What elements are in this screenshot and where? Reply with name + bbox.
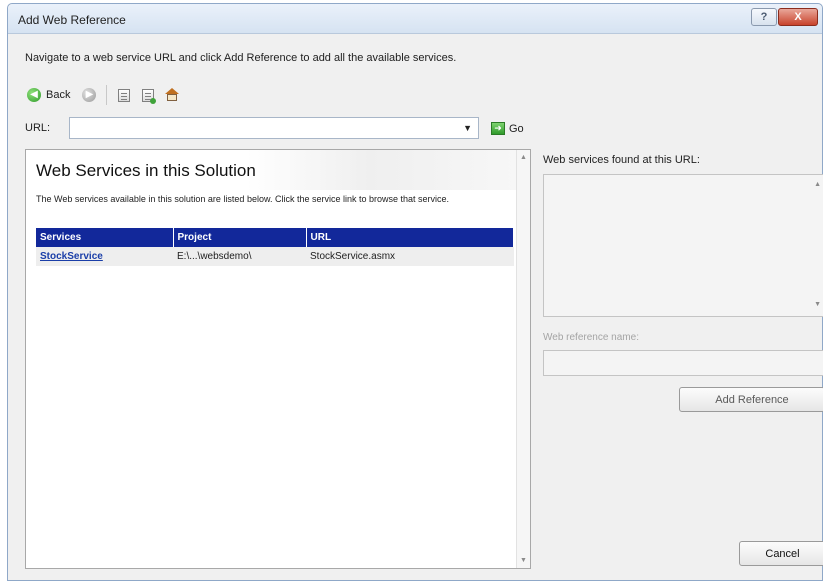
scroll-up-icon[interactable]: ▲ [814,181,821,188]
close-button[interactable]: X [778,8,818,26]
reference-name-field[interactable] [543,350,823,376]
found-services-list[interactable]: ▲ ▼ [543,174,823,317]
cancel-button[interactable]: Cancel [739,541,823,566]
service-link[interactable]: StockService [40,251,103,262]
table-header-row: Services Project URL [36,228,514,247]
add-web-reference-dialog: Add Web Reference ? X Navigate to a web … [7,3,823,581]
browser-description: The Web services available in this solut… [36,194,450,204]
column-header-project: Project [173,228,307,247]
scroll-up-icon[interactable]: ▲ [520,154,527,161]
scroll-down-icon[interactable]: ▼ [814,301,821,308]
service-cell: StockService [36,247,173,266]
stop-button[interactable] [115,86,133,104]
refresh-page-icon [142,88,157,104]
go-arrow-icon: ➜ [491,122,505,135]
url-cell: StockService.asmx [306,247,514,266]
toolbar-separator [106,85,108,105]
browser-scrollbar[interactable]: ▲ ▼ [516,150,530,568]
forward-button[interactable]: ▶ [80,86,98,104]
instruction-text: Navigate to a web service URL and click … [25,52,457,64]
table-row: StockService E:\...\websdemo\ StockServi… [36,247,514,266]
refresh-button[interactable] [139,86,157,104]
stop-page-icon [118,88,131,102]
title-bar[interactable]: Add Web Reference ? X [8,4,822,34]
back-button[interactable]: ◀ [25,86,43,104]
dialog-title: Add Web Reference [18,13,126,27]
services-table: Services Project URL StockService E:\...… [36,228,514,266]
back-label[interactable]: Back [46,89,70,101]
go-button[interactable]: ➜ Go [491,122,524,135]
add-reference-button[interactable]: Add Reference [679,387,823,412]
column-header-services: Services [36,228,174,247]
back-arrow-icon: ◀ [27,88,41,102]
help-button[interactable]: ? [751,8,777,26]
project-cell: E:\...\websdemo\ [173,247,306,266]
browser-heading: Web Services in this Solution [36,161,256,180]
home-button[interactable] [163,86,181,104]
url-input[interactable]: ▼ [69,117,479,139]
scroll-down-icon[interactable]: ▼ [520,557,527,564]
column-header-url: URL [306,228,514,247]
found-services-label: Web services found at this URL: [543,154,700,166]
chevron-down-icon[interactable]: ▼ [463,123,472,133]
go-label: Go [509,122,524,135]
browser-pane: Web Services in this Solution The Web se… [25,149,531,569]
home-icon [165,88,180,102]
reference-name-label: Web reference name: [543,332,639,343]
forward-arrow-icon: ▶ [82,88,97,102]
browser-toolbar: ◀ Back ▶ [25,84,181,106]
url-label: URL: [25,122,51,134]
